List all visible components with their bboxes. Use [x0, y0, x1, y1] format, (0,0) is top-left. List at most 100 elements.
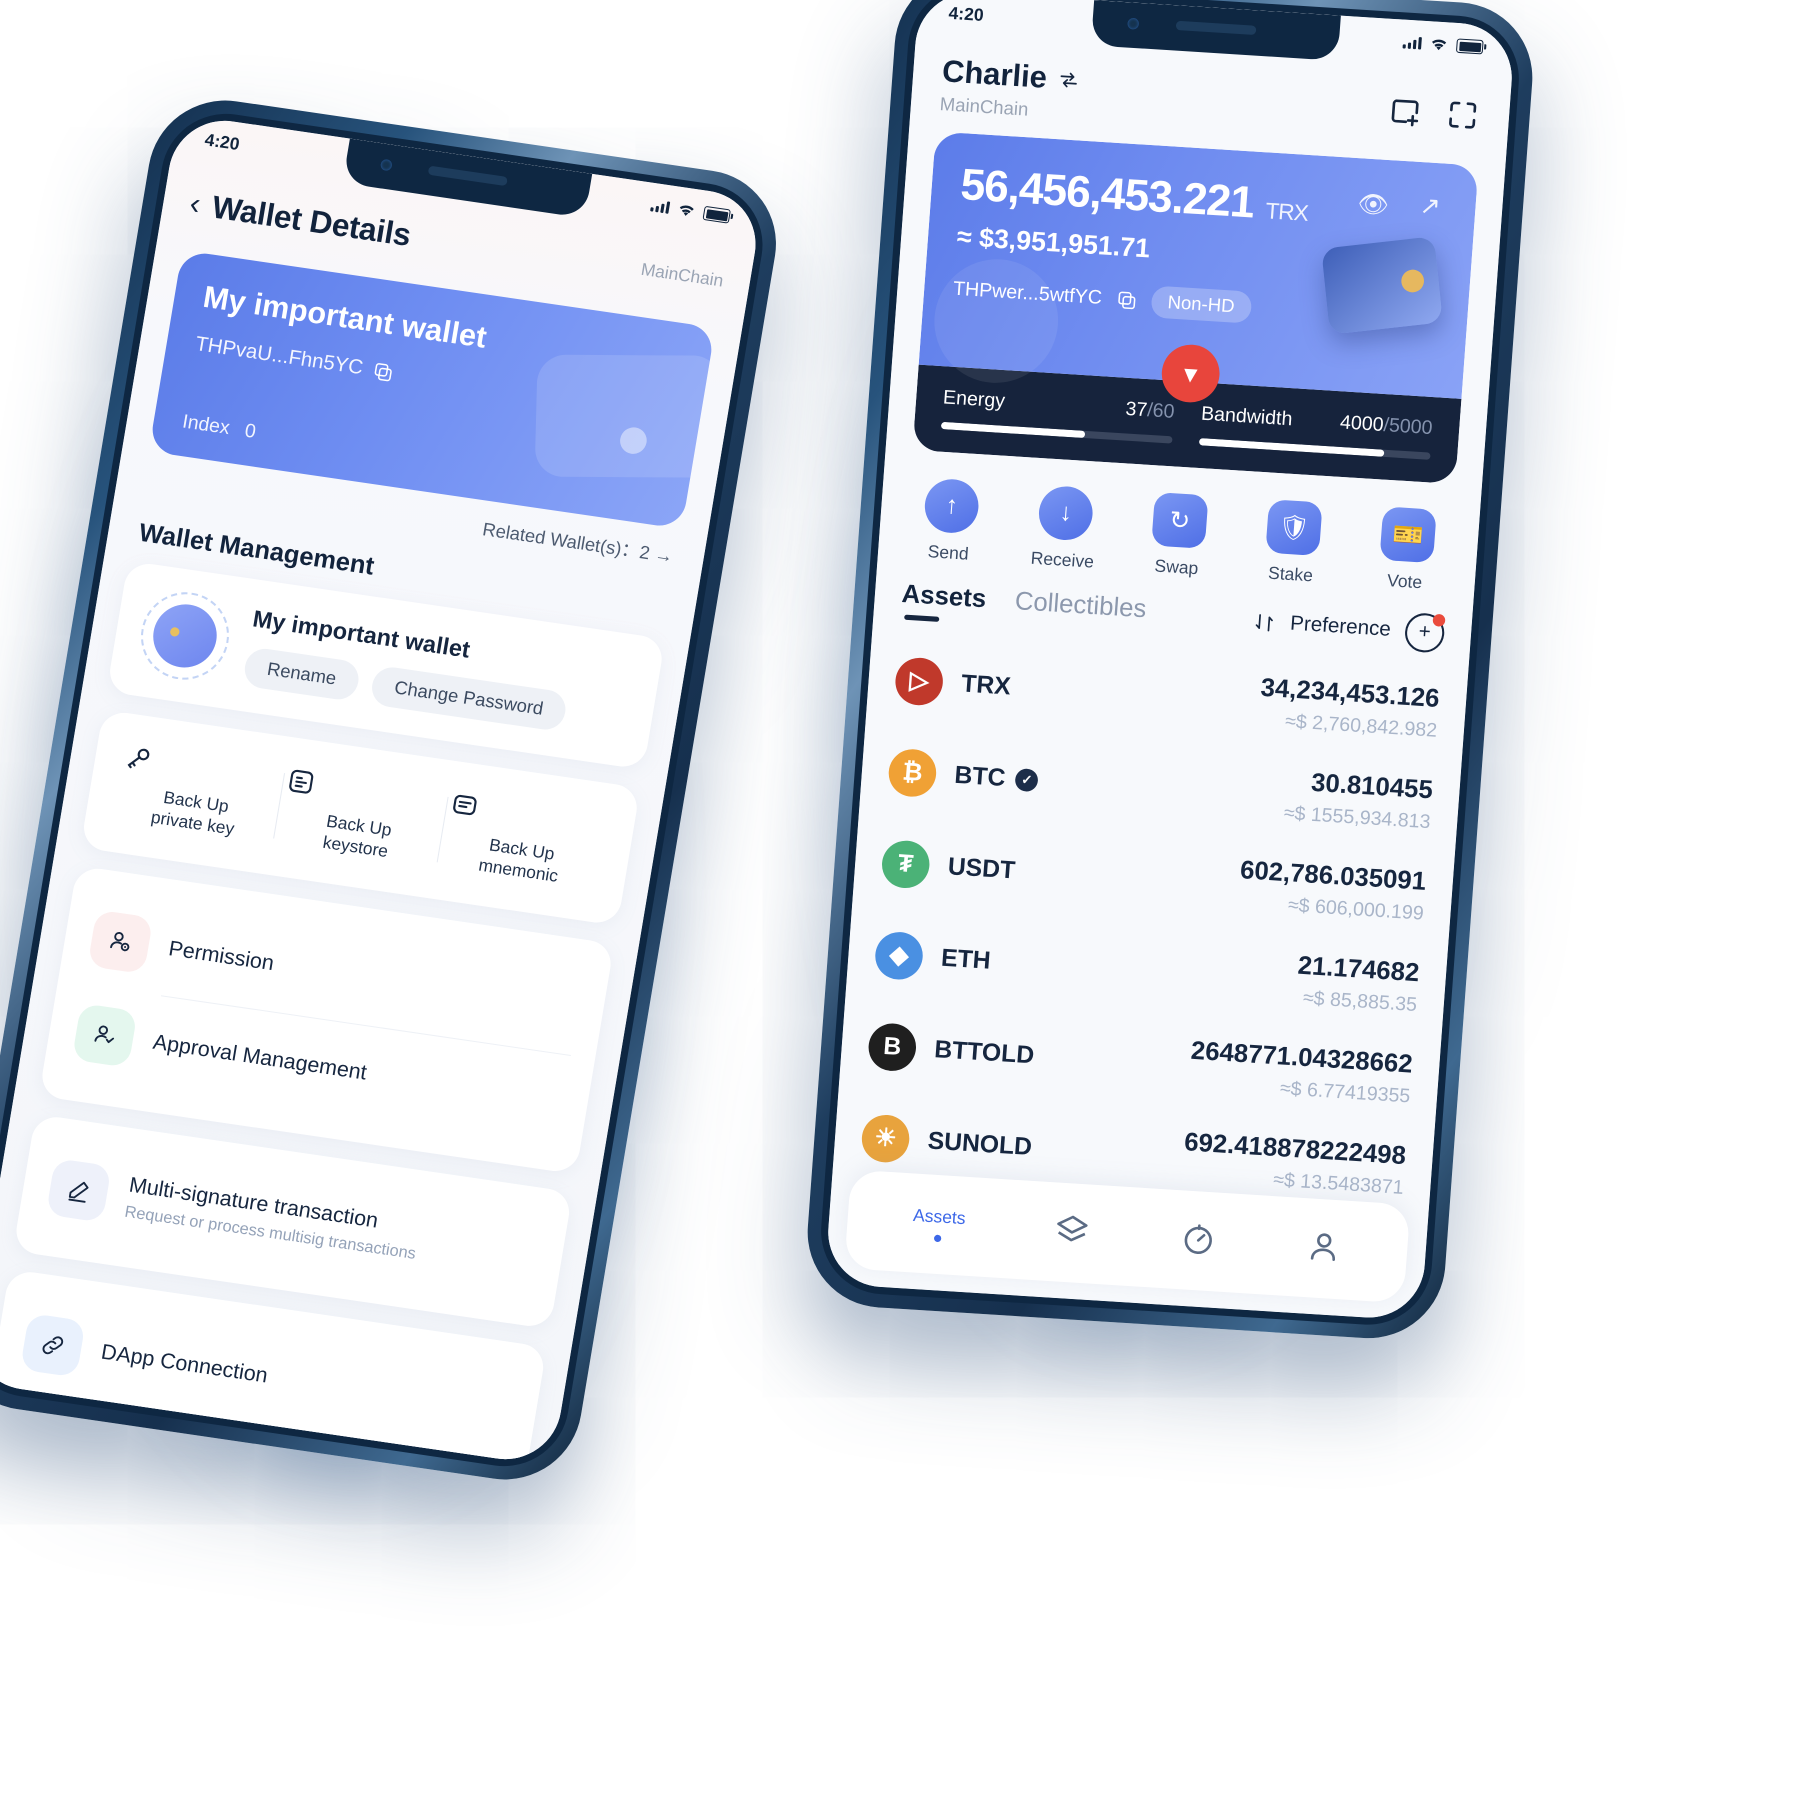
shield-icon: 🛡	[1265, 499, 1323, 557]
add-token-icon[interactable]: +	[1403, 611, 1446, 654]
resource-bandwidth[interactable]: Bandwidth 4000/5000	[1198, 403, 1434, 460]
status-time: 4:20	[947, 3, 985, 26]
phone-assets: 4:20 Charlie MainChain 👁 ↗ 56,456,453.22…	[802, 0, 1538, 1343]
wallet-index-value: 0	[243, 420, 258, 443]
action-send-label: Send	[927, 541, 970, 564]
asset-symbol-row: BTC ✓	[954, 761, 1040, 795]
card-decoration	[534, 354, 716, 478]
asset-usd: ≈$ 2,760,842.982	[1284, 710, 1438, 742]
action-vote[interactable]: 🎫 Vote	[1361, 505, 1454, 595]
action-stake[interactable]: 🛡 Stake	[1247, 498, 1340, 588]
action-swap[interactable]: ↻ Swap	[1132, 491, 1225, 581]
asset-symbol: BTC	[953, 760, 1007, 792]
link-icon	[19, 1312, 86, 1378]
add-wallet-icon[interactable]	[1386, 93, 1424, 130]
screen-wallet-details: 4:20 ‹ Wallet Details MainChain My impor…	[0, 113, 764, 1467]
bottom-nav-layers[interactable]	[1052, 1211, 1092, 1255]
energy-used: 37	[1124, 398, 1149, 422]
resource-energy[interactable]: Energy 37/60	[940, 387, 1176, 444]
bandwidth-label: Bandwidth	[1200, 403, 1294, 431]
scene: 4:20 ‹ Wallet Details MainChain My impor…	[0, 0, 1800, 1800]
wallet-index: Index 0	[181, 411, 258, 444]
eth-coin-icon: ◆	[873, 930, 925, 981]
asset-amount: 30.810455	[1310, 768, 1434, 805]
scan-icon[interactable]	[1444, 97, 1482, 134]
phone-wallet-details: 4:20 ‹ Wallet Details MainChain My impor…	[0, 90, 788, 1490]
backup-keystore-button[interactable]: Back Up keystore	[271, 759, 449, 876]
chain-label: MainChain	[639, 259, 725, 291]
tab-assets[interactable]: Assets	[900, 579, 987, 624]
mnemonic-icon	[452, 794, 477, 816]
bandwidth-total: /5000	[1382, 414, 1434, 440]
account-name: Charlie	[941, 54, 1049, 96]
page-title: Wallet Details	[209, 188, 414, 254]
keystore-icon	[289, 769, 314, 794]
menu-item-approval-label: Approval Management	[151, 1029, 369, 1085]
action-receive[interactable]: ↓ Receive	[1018, 484, 1111, 574]
bottom-nav-discover[interactable]	[1178, 1219, 1218, 1263]
sort-icon[interactable]	[1252, 610, 1276, 634]
wallet-index-label: Index	[180, 411, 232, 440]
copy-icon[interactable]	[1115, 289, 1137, 311]
menu-item-dapp-connection[interactable]: DApp Connection	[15, 1294, 519, 1458]
discover-icon	[1184, 1223, 1212, 1254]
permission-user-icon	[87, 909, 154, 974]
backup-private-key-button[interactable]: Back Up private key	[108, 735, 286, 852]
speaker-icon	[427, 165, 508, 187]
camera-icon	[379, 158, 393, 172]
sunold-coin-icon: ☀	[860, 1113, 912, 1164]
backup-keystore-label: Back Up keystore	[321, 811, 394, 862]
tab-collectibles[interactable]: Collectibles	[1013, 586, 1148, 634]
asset-amount: 602,786.035091	[1239, 855, 1428, 897]
wallet-type-badge: Non-HD	[1150, 285, 1253, 324]
change-password-button[interactable]: Change Password	[369, 664, 569, 733]
eye-icon[interactable]: 👁	[1356, 189, 1390, 221]
menu-item-multisig[interactable]: Multi-signature transaction Request or p…	[41, 1139, 545, 1303]
wifi-icon	[1432, 39, 1447, 51]
asset-amount: 21.174682	[1296, 951, 1421, 988]
pencil-icon	[45, 1157, 112, 1223]
energy-total: /60	[1146, 399, 1176, 424]
balance-symbol: TRX	[1264, 197, 1309, 227]
backup-private-key-label: Back Up private key	[149, 787, 236, 839]
preference-button[interactable]: Preference	[1289, 612, 1391, 642]
wallet-address: THPvaU...Fhn5YC	[193, 332, 365, 380]
screen-assets: 4:20 Charlie MainChain 👁 ↗ 56,456,453.22…	[824, 0, 1516, 1321]
arrow-up-icon: ↑	[922, 477, 981, 535]
action-swap-label: Swap	[1153, 556, 1200, 579]
copy-icon[interactable]	[371, 360, 395, 383]
back-button[interactable]: ‹	[187, 187, 203, 222]
status-time: 4:20	[203, 129, 241, 155]
rename-button[interactable]: Rename	[241, 646, 362, 702]
balance-card: 👁 ↗ 56,456,453.221 TRX ≈ $3,951,951.71 T…	[912, 131, 1479, 485]
menu-item-dapp-label: DApp Connection	[99, 1339, 270, 1388]
speaker-icon	[1175, 20, 1257, 36]
action-send[interactable]: ↑ Send	[904, 477, 997, 567]
trx-coin-icon: ▷	[893, 655, 945, 707]
action-receive-label: Receive	[1030, 548, 1095, 572]
wallet-avatar	[134, 586, 236, 686]
delete-wallet-button[interactable]: Delete wallet	[1, 1453, 490, 1466]
asset-symbol: TRX	[960, 669, 1012, 701]
account-switcher[interactable]: Charlie	[941, 55, 1081, 99]
bottom-nav-profile[interactable]	[1303, 1227, 1343, 1271]
asset-usd: ≈$ 606,000.199	[1287, 894, 1425, 925]
bttold-coin-icon: B	[866, 1021, 918, 1072]
asset-amount: 34,234,453.126	[1259, 673, 1441, 714]
backup-mnemonic-label: Back Up mnemonic	[477, 835, 560, 887]
asset-usd: ≈$ 85,885.35	[1302, 987, 1418, 1017]
arrow-down-icon: ↓	[1037, 484, 1095, 542]
asset-symbol: SUNOLD	[926, 1126, 1034, 1161]
bottom-nav-assets[interactable]: Assets	[911, 1205, 966, 1243]
chain-label: MainChain	[939, 93, 1030, 120]
battery-icon	[1455, 38, 1484, 55]
arrow-up-right-icon[interactable]: ↗	[1419, 191, 1442, 222]
ticket-icon: 🎫	[1379, 506, 1437, 564]
swap-icon: ↻	[1151, 492, 1209, 549]
bandwidth-used: 4000	[1339, 411, 1385, 437]
backup-mnemonic-button[interactable]: Back Up mnemonic	[434, 783, 612, 900]
btc-coin-icon: ₿	[887, 747, 938, 798]
camera-icon	[1127, 17, 1140, 30]
asset-symbol: USDT	[946, 852, 1017, 885]
switch-icon[interactable]	[1056, 68, 1080, 92]
